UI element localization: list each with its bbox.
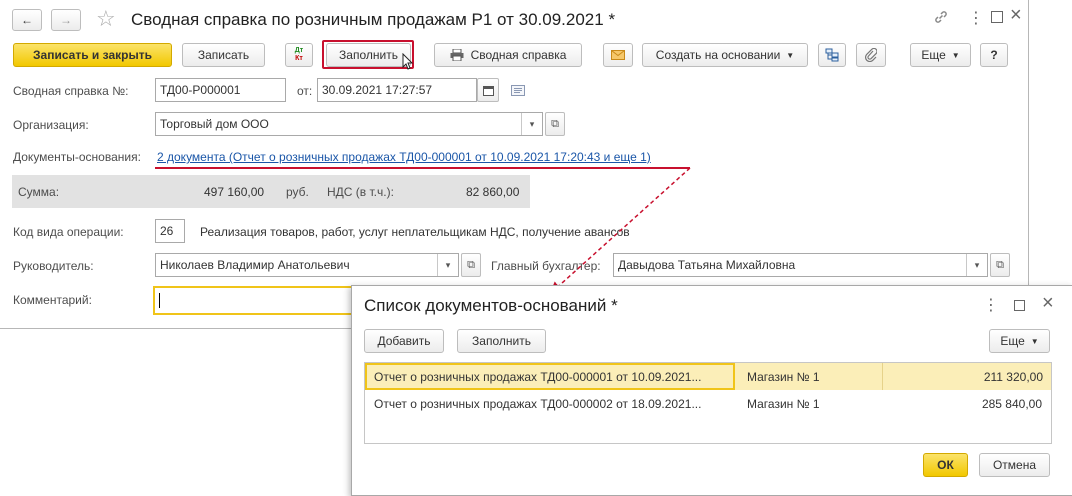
cancel-button[interactable]: Отмена — [979, 453, 1050, 477]
table-row[interactable]: Отчет о розничных продажах ТД00-000002 о… — [365, 390, 1051, 417]
add-button[interactable]: Добавить — [364, 329, 444, 353]
chevron-down-icon: ▼ — [1030, 336, 1039, 346]
ok-button[interactable]: ОК — [923, 453, 968, 477]
amount-cell: 285 840,00 — [981, 396, 1042, 411]
store-cell: Магазин № 1 — [747, 396, 820, 411]
dialog-menu-icon[interactable]: ⋮ — [983, 295, 999, 315]
dialog-fill-button[interactable]: Заполнить — [457, 329, 546, 353]
doc-cell[interactable]: Отчет о розничных продажах ТД00-000001 о… — [365, 363, 735, 390]
dialog-more-label: Еще — [1000, 334, 1025, 348]
dialog-title: Список документов-оснований * — [364, 296, 618, 315]
store-cell: Магазин № 1 — [747, 369, 820, 384]
basis-documents-dialog: Список документов-оснований * ⋮ × Добави… — [351, 285, 1072, 496]
dialog-more-button[interactable]: Еще ▼ — [989, 329, 1050, 353]
table-row[interactable]: Отчет о розничных продажах ТД00-000001 о… — [365, 363, 1051, 390]
dialog-close-icon[interactable]: × — [1042, 292, 1054, 315]
amount-cell: 211 320,00 — [882, 363, 1043, 390]
dialog-maximize-icon[interactable] — [1014, 300, 1025, 311]
documents-table: Отчет о розничных продажах ТД00-000001 о… — [364, 362, 1052, 444]
doc-cell: Отчет о розничных продажах ТД00-000002 о… — [374, 396, 702, 411]
